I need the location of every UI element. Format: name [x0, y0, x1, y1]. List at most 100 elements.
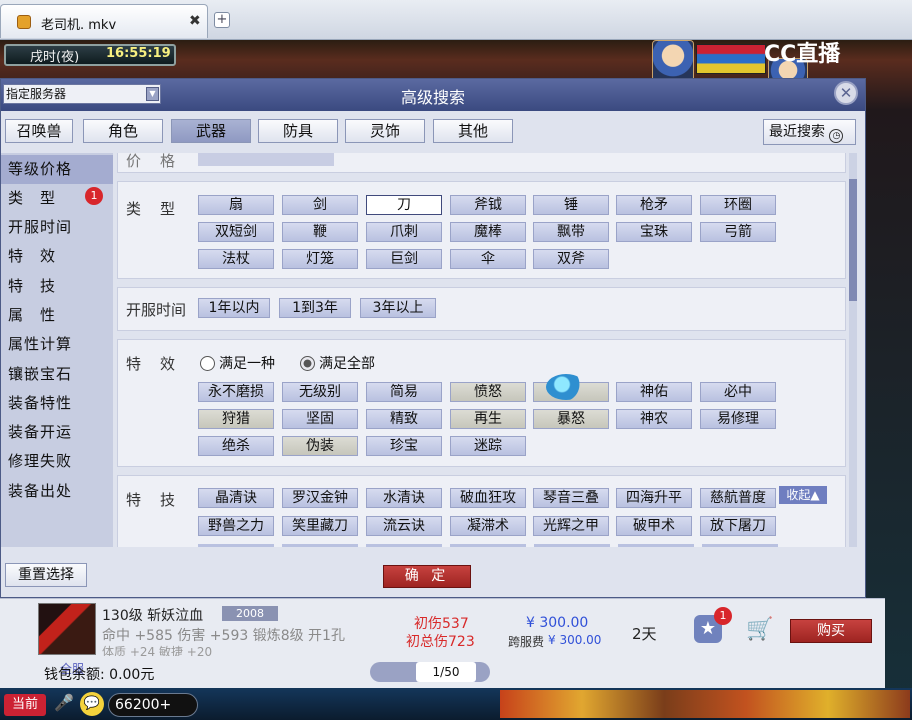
buy-button[interactable]: 购买	[790, 619, 872, 643]
skill-option[interactable]: 晶清诀	[198, 488, 274, 508]
type-option[interactable]: 弓箭	[700, 222, 776, 242]
type-option[interactable]: 伞	[450, 249, 526, 269]
skill-option[interactable]: 流云诀	[366, 516, 442, 536]
remaining-days: 2天	[632, 625, 657, 643]
type-option[interactable]: 剑	[282, 195, 358, 215]
cursor-wing-icon	[546, 374, 586, 400]
sidebar-item-open-time[interactable]: 开服时间	[1, 213, 113, 242]
close-icon[interactable]: ✖	[189, 13, 201, 29]
type-section: 类 型 扇 剑 刀 斧钺 锤 枪矛 环圈 双短剑 鞭 爪刺 魔棒 飘带 宝珠 弓…	[117, 181, 846, 279]
type-option-selected[interactable]: 刀	[366, 195, 442, 215]
effect-option[interactable]: 珍宝	[366, 436, 442, 456]
microphone-icon[interactable]: 🎤	[54, 693, 74, 715]
skill-option[interactable]: 四海升平	[616, 488, 692, 508]
chat-icon[interactable]: 💬	[80, 692, 104, 716]
type-option[interactable]: 宝珠	[616, 222, 692, 242]
effect-option[interactable]: 无级别	[282, 382, 358, 402]
chevron-down-icon[interactable]: ▼	[146, 87, 159, 101]
skill-option[interactable]: 破甲术	[616, 516, 692, 536]
type-option[interactable]: 鞭	[282, 222, 358, 242]
tab-weapons[interactable]: 武器	[171, 119, 251, 143]
filter-panel: 价 格 类 型 扇 剑 刀 斧钺 锤 枪矛 环圈 双短剑 鞭 爪刺 魔棒 飘带 …	[115, 153, 857, 547]
cc-live-logo: CC直播	[764, 42, 841, 67]
sidebar-item-repair-fail[interactable]: 修理失败	[1, 447, 113, 476]
effect-option[interactable]: 必中	[700, 382, 776, 402]
effect-option[interactable]: 绝杀	[198, 436, 274, 456]
type-option[interactable]: 爪刺	[366, 222, 442, 242]
sidebar-item-origin[interactable]: 装备出处	[1, 477, 113, 506]
game-toolbar-icons[interactable]	[500, 690, 910, 718]
reset-button[interactable]: 重置选择	[5, 563, 87, 587]
price-input[interactable]	[198, 153, 334, 166]
sidebar-item-feature[interactable]: 装备特性	[1, 389, 113, 418]
table-row[interactable]: 130级 斩妖泣血 2008 命中 +585 伤害 +593 锻炼8级 开1孔 …	[0, 598, 885, 659]
effect-option[interactable]: 暴怒	[533, 409, 609, 429]
type-option[interactable]: 灯笼	[282, 249, 358, 269]
skill-option[interactable]: 光辉之甲	[533, 516, 609, 536]
effect-option[interactable]: 再生	[450, 409, 526, 429]
skill-option[interactable]: 琴音三叠	[533, 488, 609, 508]
page-number[interactable]: 1/50	[416, 662, 476, 682]
sidebar-item-luck[interactable]: 装备开运	[1, 418, 113, 447]
open-time-option[interactable]: 1年以内	[198, 298, 270, 318]
type-option[interactable]: 环圈	[700, 195, 776, 215]
skill-option[interactable]: 放下屠刀	[700, 516, 776, 536]
sidebar-item-level-price[interactable]: 等级价格	[1, 155, 113, 184]
effect-option[interactable]: 永不磨损	[198, 382, 274, 402]
effect-option[interactable]: 伪装	[282, 436, 358, 456]
advanced-search-dialog: 高级搜索 指定服务器 ▼ ✕ 召唤兽 角色 武器 防具 灵饰 其他 最近搜索 ◷…	[0, 78, 866, 598]
open-time-option[interactable]: 1到3年	[279, 298, 351, 318]
skill-option[interactable]: 野兽之力	[198, 516, 274, 536]
filter-sidebar: 等级价格 类 型 开服时间 特 效 特 技 属 性 属性计算 镶嵌宝石 装备特性…	[1, 153, 113, 547]
tab-others[interactable]: 其他	[433, 119, 513, 143]
skill-option[interactable]: 罗汉金钟	[282, 488, 358, 508]
scrollbar-thumb[interactable]	[849, 179, 857, 301]
new-tab-button[interactable]: +	[214, 12, 230, 28]
skill-option[interactable]: 破血狂攻	[450, 488, 526, 508]
type-option[interactable]: 双短剑	[198, 222, 274, 242]
tab-armor[interactable]: 防具	[258, 119, 338, 143]
sidebar-item-gem[interactable]: 镶嵌宝石	[1, 360, 113, 389]
clock-period: 戌时(夜)	[30, 50, 80, 65]
cart-icon[interactable]: 🛒	[746, 617, 774, 643]
sidebar-item-attr-calc[interactable]: 属性计算	[1, 330, 113, 359]
effect-option[interactable]: 愤怒	[450, 382, 526, 402]
browser-tab[interactable]: 老司机. mkv ✖	[0, 4, 208, 38]
type-option[interactable]: 法杖	[198, 249, 274, 269]
channel-button[interactable]: 当前	[4, 694, 46, 716]
type-option[interactable]: 枪矛	[616, 195, 692, 215]
effect-option[interactable]: 迷踪	[450, 436, 526, 456]
collapse-button[interactable]: 收起▲	[779, 486, 827, 504]
close-button[interactable]: ✕	[834, 81, 858, 105]
sidebar-item-effect[interactable]: 特 效	[1, 242, 113, 271]
radio-all[interactable]	[300, 356, 315, 371]
effect-option[interactable]: 简易	[366, 382, 442, 402]
type-option[interactable]: 扇	[198, 195, 274, 215]
open-time-option[interactable]: 3年以上	[360, 298, 436, 318]
effect-option[interactable]: 狩猎	[198, 409, 274, 429]
type-option[interactable]: 飘带	[533, 222, 609, 242]
tab-characters[interactable]: 角色	[83, 119, 163, 143]
type-option[interactable]: 斧钺	[450, 195, 526, 215]
effect-option[interactable]: 坚固	[282, 409, 358, 429]
skill-option[interactable]: 凝滞术	[450, 516, 526, 536]
radio-any[interactable]	[200, 356, 215, 371]
server-select[interactable]: 指定服务器 ▼	[3, 84, 161, 104]
type-option[interactable]: 锤	[533, 195, 609, 215]
effect-option[interactable]: 易修理	[700, 409, 776, 429]
type-option[interactable]: 巨剑	[366, 249, 442, 269]
recent-search-button[interactable]: 最近搜索 ◷	[763, 119, 856, 145]
confirm-button[interactable]: 确 定	[383, 565, 471, 588]
type-option[interactable]: 魔棒	[450, 222, 526, 242]
sidebar-item-skill[interactable]: 特 技	[1, 272, 113, 301]
skill-option[interactable]: 笑里藏刀	[282, 516, 358, 536]
tab-accessories[interactable]: 灵饰	[345, 119, 425, 143]
effect-option[interactable]: 神佑	[616, 382, 692, 402]
effect-option[interactable]: 精致	[366, 409, 442, 429]
tab-pets[interactable]: 召唤兽	[5, 119, 73, 143]
type-option[interactable]: 双斧	[533, 249, 609, 269]
effect-option[interactable]: 神农	[616, 409, 692, 429]
skill-option[interactable]: 慈航普度	[700, 488, 776, 508]
skill-option[interactable]: 水清诀	[366, 488, 442, 508]
sidebar-item-attribute[interactable]: 属 性	[1, 301, 113, 330]
